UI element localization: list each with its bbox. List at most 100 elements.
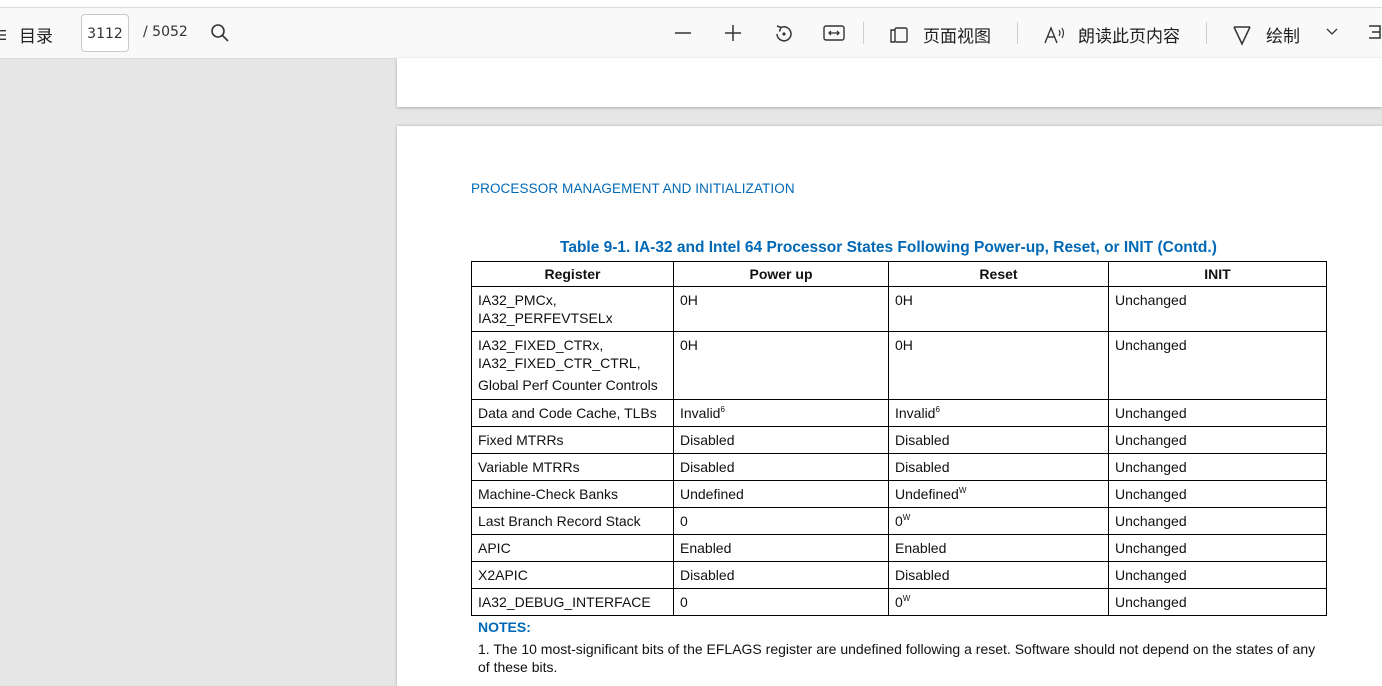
cell-value: 0 (895, 513, 903, 529)
power-up-cell: Disabled (673, 453, 889, 481)
table-row: Fixed MTRRs Disabled Disabled Unchanged (471, 426, 1327, 454)
zoom-in-button[interactable] (723, 23, 743, 43)
toolbar-divider (863, 22, 864, 44)
toolbar-divider (1017, 22, 1018, 44)
list-icon (0, 27, 8, 43)
footnote-ref: W (958, 486, 967, 495)
reset-cell: Disabled (888, 453, 1109, 481)
register-name: IA32_FIXED_CTRx, (478, 337, 604, 353)
reset-cell: UndefinedW (888, 480, 1109, 508)
table-row: Variable MTRRs Disabled Disabled Unchang… (471, 453, 1327, 481)
toc-button[interactable]: 目录 (0, 22, 53, 47)
register-name: IA32_PMCx, (478, 292, 557, 308)
register-cell: Fixed MTRRs (471, 426, 674, 454)
register-cell: IA32_PMCx, IA32_PERFEVTSELx (471, 286, 674, 332)
search-icon (210, 23, 230, 43)
fit-width-button[interactable] (823, 24, 845, 42)
power-up-cell: 0 (673, 588, 889, 616)
init-cell: Unchanged (1108, 480, 1327, 508)
pdf-page: PROCESSOR MANAGEMENT AND INITIALIZATION … (397, 126, 1382, 686)
draw-icon (1232, 24, 1252, 46)
init-cell: Unchanged (1108, 561, 1327, 589)
register-name: Global Perf Counter Controls (478, 377, 658, 393)
register-cell: Last Branch Record Stack (471, 507, 674, 535)
minus-icon (673, 23, 693, 43)
cell-value: Undefined (895, 486, 959, 502)
footnote-ref: W (902, 594, 911, 603)
column-header: Power up (673, 261, 889, 287)
power-up-cell: Invalid6 (673, 399, 889, 427)
previous-pdf-page (397, 58, 1382, 107)
init-cell: Unchanged (1108, 331, 1327, 400)
chevron-down-icon (1326, 27, 1338, 37)
rotate-icon (773, 23, 795, 45)
table-row: X2APIC Disabled Disabled Unchanged (471, 561, 1327, 589)
reset-cell: Disabled (888, 426, 1109, 454)
page-number-input[interactable]: 3112 (81, 14, 129, 52)
read-aloud-icon (1043, 25, 1067, 45)
page-view-icon (889, 25, 909, 45)
table-row: IA32_FIXED_CTRx, IA32_FIXED_CTR_CTRL, Gl… (471, 331, 1327, 400)
pdf-toolbar: 目录 3112 / 5052 页面视图 朗读此页内容 绘制 (0, 8, 1382, 59)
footnote-ref: W (902, 513, 911, 522)
highlight-button[interactable] (1366, 22, 1382, 44)
draw-options-button[interactable] (1326, 27, 1338, 37)
register-cell: Variable MTRRs (471, 453, 674, 481)
register-cell: IA32_DEBUG_INTERFACE (471, 588, 674, 616)
reset-cell: 0H (888, 286, 1109, 332)
reset-cell: Invalid6 (888, 399, 1109, 427)
register-cell: Machine-Check Banks (471, 480, 674, 508)
read-aloud-button[interactable]: 朗读此页内容 (1043, 22, 1180, 47)
plus-icon (723, 23, 743, 43)
register-cell: APIC (471, 534, 674, 562)
page-total: / 5052 (143, 24, 188, 40)
power-up-cell: Disabled (673, 561, 889, 589)
draw-label: 绘制 (1266, 27, 1300, 47)
section-header: PROCESSOR MANAGEMENT AND INITIALIZATION (471, 181, 795, 196)
page-view-button[interactable]: 页面视图 (889, 22, 991, 47)
reset-cell: Enabled (888, 534, 1109, 562)
power-up-cell: 0H (673, 331, 889, 400)
draw-button[interactable]: 绘制 (1232, 22, 1300, 47)
table-header-row: Register Power up Reset INIT (471, 261, 1327, 287)
init-cell: Unchanged (1108, 426, 1327, 454)
table-row: Last Branch Record Stack 0 0W Unchanged (471, 507, 1327, 535)
table-row: Machine-Check Banks Undefined UndefinedW… (471, 480, 1327, 508)
toolbar-divider (1206, 22, 1207, 44)
reset-cell: 0W (888, 588, 1109, 616)
window-top-strip (0, 0, 1382, 8)
cell-value: 0 (895, 594, 903, 610)
cell-value: Invalid (680, 405, 721, 421)
fit-width-icon (823, 24, 845, 42)
table-caption: Table 9-1. IA-32 and Intel 64 Processor … (560, 239, 1217, 256)
column-header: Register (471, 261, 674, 287)
power-up-cell: 0 (673, 507, 889, 535)
search-button[interactable] (210, 23, 230, 43)
zoom-out-button[interactable] (673, 23, 693, 43)
table-row: IA32_PMCx, IA32_PERFEVTSELx 0H 0H Unchan… (471, 286, 1327, 332)
init-cell: Unchanged (1108, 286, 1327, 332)
footnote-ref: 6 (935, 405, 940, 414)
footnote-ref: 6 (720, 405, 725, 414)
column-header: INIT (1108, 261, 1327, 287)
reset-cell: Disabled (888, 561, 1109, 589)
notes-title: NOTES: (478, 619, 531, 635)
init-cell: Unchanged (1108, 534, 1327, 562)
register-name: IA32_PERFEVTSELx (478, 310, 613, 326)
power-up-cell: 0H (673, 286, 889, 332)
register-cell: X2APIC (471, 561, 674, 589)
register-cell: IA32_FIXED_CTRx, IA32_FIXED_CTR_CTRL, Gl… (471, 331, 674, 400)
power-up-cell: Disabled (673, 426, 889, 454)
page-view-label: 页面视图 (923, 27, 991, 47)
column-header: Reset (888, 261, 1109, 287)
cell-value: Invalid (895, 405, 936, 421)
init-cell: Unchanged (1108, 588, 1327, 616)
rotate-button[interactable] (773, 23, 795, 45)
processor-states-table: Register Power up Reset INIT IA32_PMCx, … (471, 261, 1327, 616)
toc-label: 目录 (19, 27, 53, 47)
register-name: IA32_FIXED_CTR_CTRL, (478, 355, 641, 371)
table-row: APIC Enabled Enabled Unchanged (471, 534, 1327, 562)
power-up-cell: Undefined (673, 480, 889, 508)
reset-cell: 0H (888, 331, 1109, 400)
highlighter-icon (1366, 22, 1382, 44)
